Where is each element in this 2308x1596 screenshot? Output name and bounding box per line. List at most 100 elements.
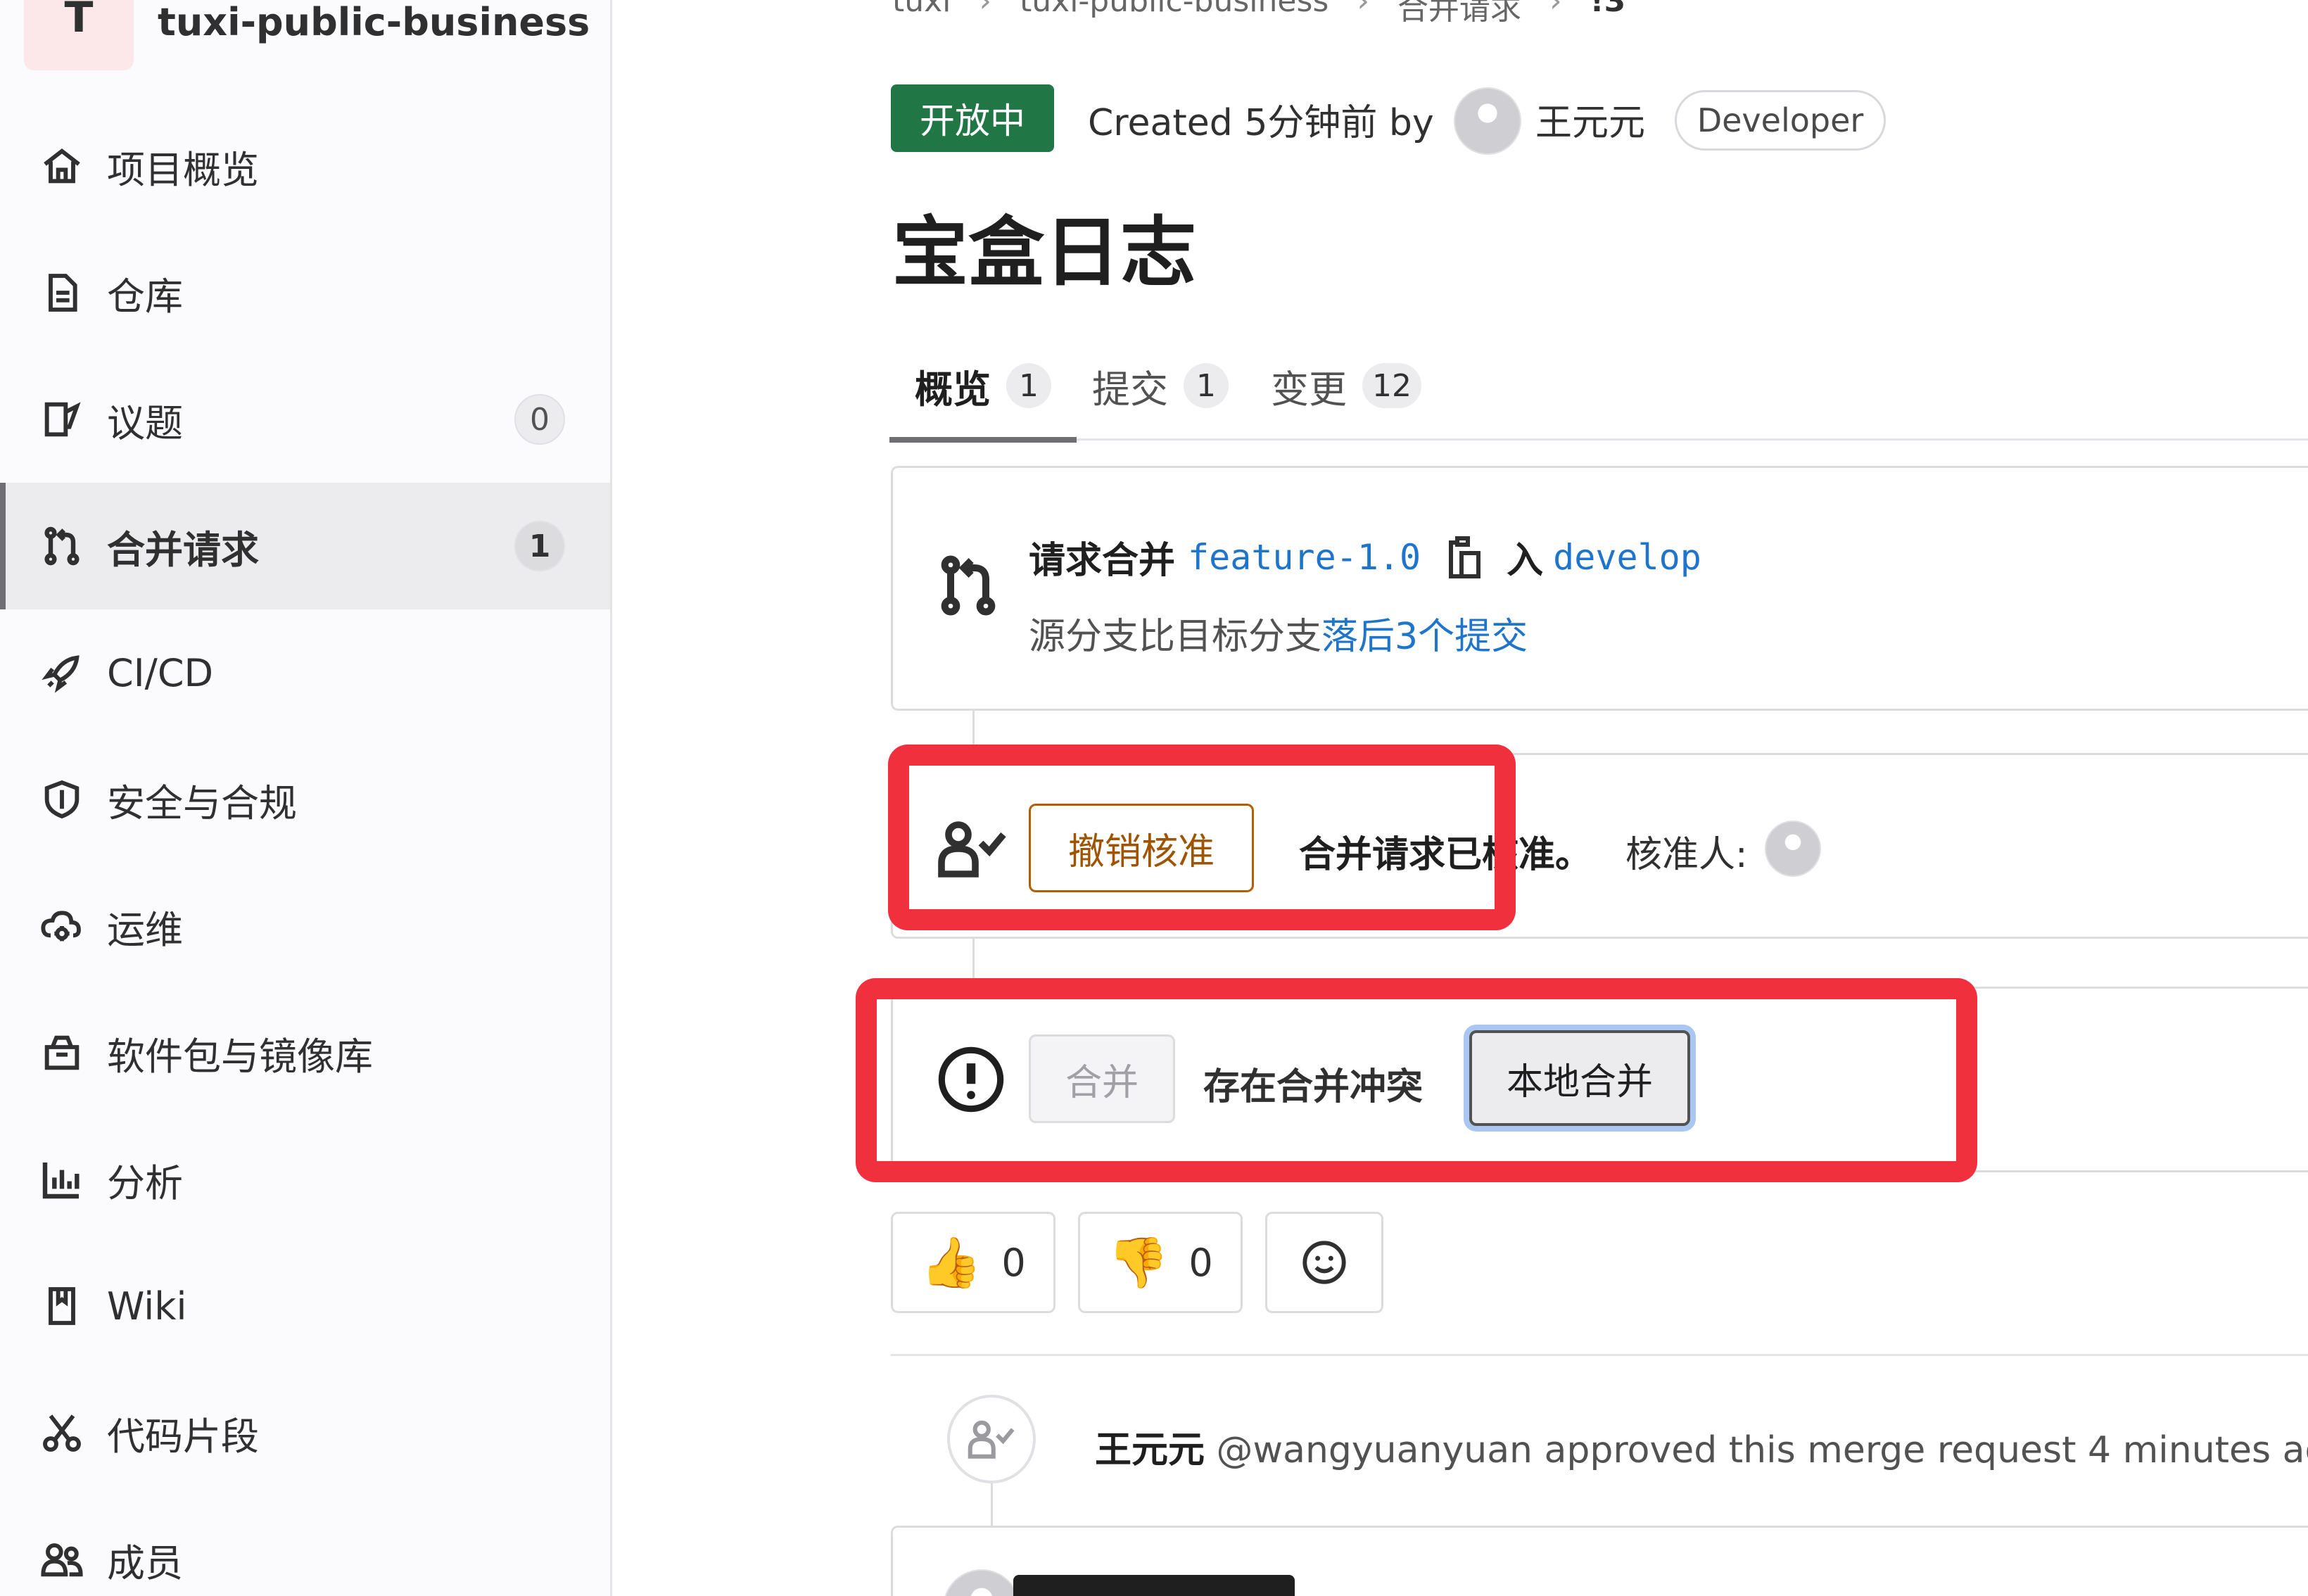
book-icon bbox=[37, 1281, 87, 1331]
warning-icon bbox=[936, 1044, 1006, 1115]
package-icon bbox=[37, 1027, 87, 1078]
sidebar: T tuxi-public-business 项目概览 仓库 议题 0 合并请求… bbox=[0, 0, 612, 1596]
breadcrumb-item[interactable]: tuxi-public-business bbox=[1020, 0, 1329, 28]
author-name[interactable]: 王元元 bbox=[1535, 93, 1645, 146]
approval-status-text: 合并请求已核准。 bbox=[1299, 834, 1592, 876]
copy-icon[interactable] bbox=[1445, 536, 1483, 578]
sidebar-item-cicd[interactable]: CI/CD bbox=[0, 609, 610, 736]
home-icon bbox=[37, 141, 87, 191]
add-reaction-button[interactable] bbox=[1265, 1212, 1383, 1313]
timeline-connector bbox=[972, 939, 975, 988]
rocket-icon bbox=[37, 647, 87, 698]
behind-info: 源分支比目标分支落后3个提交 bbox=[1029, 607, 1528, 659]
scissors-icon bbox=[37, 1407, 87, 1458]
activity-approval-icon bbox=[947, 1395, 1036, 1483]
sidebar-item-label: 分析 bbox=[107, 1160, 183, 1205]
tab-count: 1 bbox=[1006, 363, 1051, 408]
activity-author[interactable]: 王元元 bbox=[1095, 1429, 1205, 1471]
chevron-right-icon: › bbox=[979, 0, 992, 19]
sidebar-item-label: 运维 bbox=[107, 907, 183, 952]
merge-button[interactable]: 合并 bbox=[1029, 1034, 1175, 1123]
section-divider bbox=[891, 1354, 2308, 1356]
sidebar-item-issues[interactable]: 议题 0 bbox=[0, 356, 610, 483]
sidebar-item-analytics[interactable]: 分析 bbox=[0, 1116, 610, 1243]
thumbs-up-button[interactable]: 👍 0 bbox=[891, 1212, 1055, 1313]
tabs: 概览 1 提交 1 变更 12 bbox=[889, 331, 2308, 443]
behind-commits-link[interactable]: 落后3个提交 bbox=[1321, 616, 1528, 658]
users-icon bbox=[37, 1534, 87, 1585]
activity-text: @wangyuanyuan approved this merge reques… bbox=[1216, 1429, 2308, 1471]
sidebar-item-label: CI/CD bbox=[107, 650, 214, 695]
thumbs-up-icon: 👍 bbox=[920, 1234, 982, 1291]
merge-into: 入 bbox=[1507, 540, 1544, 582]
breadcrumb-item[interactable]: !3 bbox=[1590, 0, 1626, 28]
shield-icon bbox=[37, 774, 87, 825]
sidebar-item-operations[interactable]: 运维 bbox=[0, 863, 610, 989]
merge-conflict-text: 存在合并冲突 bbox=[1203, 1066, 1424, 1108]
local-merge-button[interactable]: 本地合并 bbox=[1469, 1030, 1690, 1126]
page-title: 宝盒日志 bbox=[892, 209, 1197, 297]
merge-prefix: 请求合并 bbox=[1029, 540, 1176, 582]
sidebar-item-members[interactable]: 成员 bbox=[0, 1496, 610, 1596]
sidebar-item-label: 合并请求 bbox=[107, 527, 259, 572]
sidebar-item-security[interactable]: 安全与合规 bbox=[0, 736, 610, 863]
merge-branches-line: 请求合并 feature-1.0 入 develop bbox=[1029, 531, 1701, 583]
tab-count: 12 bbox=[1362, 363, 1421, 408]
sidebar-item-repository[interactable]: 仓库 bbox=[0, 229, 610, 356]
tab-label: 提交 bbox=[1092, 367, 1168, 412]
thumbs-down-icon: 👎 bbox=[1108, 1234, 1169, 1291]
sidebar-item-label: 代码片段 bbox=[107, 1414, 259, 1459]
chart-icon bbox=[37, 1154, 87, 1205]
chevron-right-icon: › bbox=[1549, 0, 1562, 19]
sidebar-item-label: 议题 bbox=[107, 400, 183, 445]
approver-label: 核准人: bbox=[1625, 834, 1748, 876]
approval-icon bbox=[936, 815, 1009, 882]
sidebar-item-overview[interactable]: 项目概览 bbox=[0, 103, 610, 229]
sidebar-item-wiki[interactable]: Wiki bbox=[0, 1243, 610, 1369]
breadcrumb-item[interactable]: 合并请求 bbox=[1397, 0, 1521, 28]
tab-count: 1 bbox=[1184, 363, 1229, 408]
sidebar-item-snippets[interactable]: 代码片段 bbox=[0, 1369, 610, 1496]
tab-changes[interactable]: 变更 12 bbox=[1271, 331, 1421, 441]
thumbs-down-button[interactable]: 👎 0 bbox=[1078, 1212, 1243, 1313]
cloud-gear-icon bbox=[37, 901, 87, 951]
merge-request-icon bbox=[37, 521, 87, 571]
breadcrumb: tuxi › tuxi-public-business › 合并请求 › !3 bbox=[892, 0, 1625, 28]
tab-overview[interactable]: 概览 1 bbox=[889, 331, 1077, 443]
sidebar-item-packages[interactable]: 软件包与镜像库 bbox=[0, 989, 610, 1116]
tab-commits[interactable]: 提交 1 bbox=[1092, 331, 1229, 441]
created-text: Created 5分钟前 by bbox=[1088, 102, 1434, 144]
project-avatar[interactable]: T bbox=[24, 0, 134, 70]
sidebar-item-badge: 0 bbox=[514, 394, 565, 445]
role-badge: Developer bbox=[1675, 90, 1886, 151]
source-branch-link[interactable]: feature-1.0 bbox=[1188, 537, 1421, 578]
reaction-count: 0 bbox=[1188, 1240, 1213, 1285]
sidebar-item-label: 仓库 bbox=[107, 274, 183, 319]
tooltip bbox=[1013, 1575, 1295, 1596]
sidebar-item-label: 软件包与镜像库 bbox=[107, 1034, 373, 1079]
tab-label: 概览 bbox=[915, 367, 991, 412]
merge-info-panel bbox=[891, 466, 2308, 711]
breadcrumb-item[interactable]: tuxi bbox=[892, 0, 951, 28]
sidebar-item-merge-requests[interactable]: 合并请求 1 bbox=[0, 483, 610, 609]
activity-entry: 王元元 @wangyuanyuan approved this merge re… bbox=[1095, 1420, 2308, 1473]
revoke-approval-button[interactable]: 撤销核准 bbox=[1029, 804, 1254, 892]
sidebar-item-label: 项目概览 bbox=[107, 147, 259, 192]
project-name[interactable]: tuxi-public-business bbox=[158, 0, 590, 44]
author-avatar[interactable] bbox=[1454, 87, 1521, 155]
sidebar-item-badge: 1 bbox=[514, 521, 565, 571]
behind-prefix: 源分支比目标分支 bbox=[1029, 616, 1322, 658]
smiley-icon bbox=[1300, 1238, 1349, 1287]
status-badge: 开放中 bbox=[891, 84, 1054, 152]
sidebar-item-label: 成员 bbox=[107, 1540, 183, 1585]
target-branch-link[interactable]: develop bbox=[1553, 537, 1701, 578]
sidebar-item-label: 安全与合规 bbox=[107, 780, 297, 825]
chevron-right-icon: › bbox=[1357, 0, 1369, 19]
issues-icon bbox=[37, 394, 87, 445]
sidebar-item-label: Wiki bbox=[107, 1284, 187, 1329]
tab-label: 变更 bbox=[1271, 367, 1347, 412]
reaction-count: 0 bbox=[1001, 1240, 1026, 1285]
merge-request-icon bbox=[933, 550, 1003, 621]
timeline-connector bbox=[972, 711, 975, 753]
approver-avatar[interactable] bbox=[1765, 821, 1821, 877]
